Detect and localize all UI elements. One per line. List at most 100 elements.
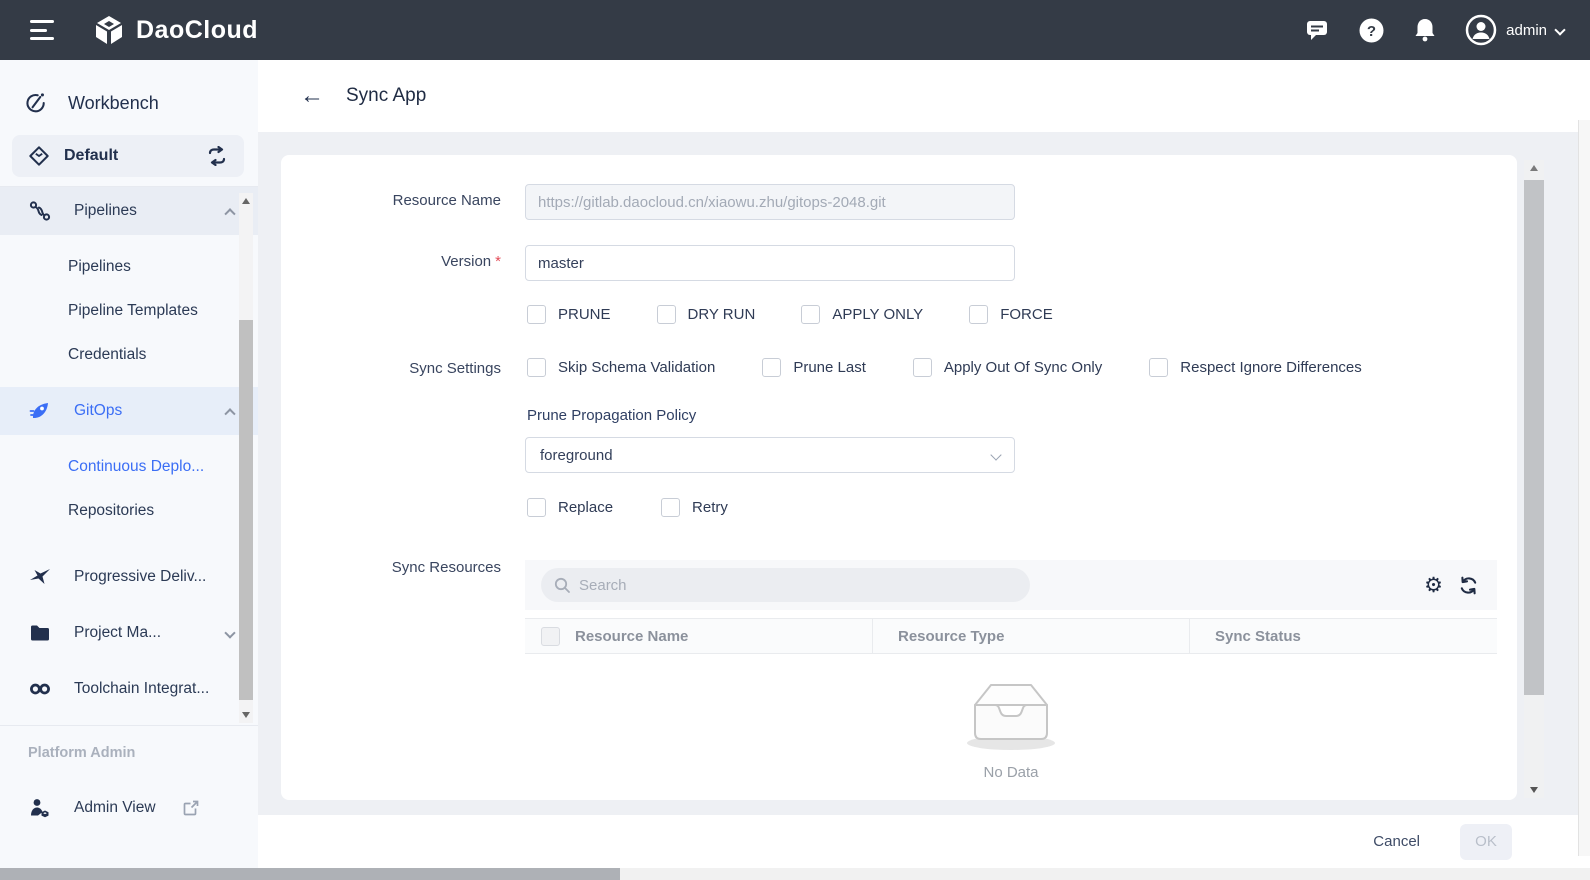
chevron-down-icon	[990, 449, 1001, 460]
checkbox-box[interactable]	[969, 305, 988, 324]
ok-button[interactable]: OK	[1460, 824, 1512, 860]
checkbox-box[interactable]	[1149, 358, 1168, 377]
checkbox-skip-schema-validation[interactable]: Skip Schema Validation	[527, 358, 715, 377]
page-header: ← Sync App	[258, 60, 1590, 132]
horizontal-scrollbar-thumb[interactable]	[0, 868, 620, 880]
checkbox-box[interactable]	[527, 498, 546, 517]
footer-bar: Cancel OK	[258, 815, 1590, 868]
version-input[interactable]	[525, 245, 1015, 281]
sidebar-item-continuous-deployment[interactable]: Continuous Deplo...	[0, 445, 258, 489]
sidebar-menu: Pipelines Pipelines Pipeline Templates C…	[0, 187, 258, 834]
version-label: Version*	[281, 253, 501, 270]
checkbox-replace[interactable]: Replace	[527, 498, 613, 517]
checkbox-dry-run[interactable]: DRY RUN	[657, 305, 756, 324]
checkbox-prune-last[interactable]: Prune Last	[762, 358, 866, 377]
menu-toggle-icon[interactable]	[30, 20, 56, 40]
workspace-selector[interactable]: Default	[12, 135, 244, 177]
checkbox-box[interactable]	[527, 358, 546, 377]
workbench-icon	[24, 89, 48, 117]
settings-gear-icon[interactable]: ⚙	[1424, 575, 1443, 596]
chevron-up-icon	[224, 408, 235, 419]
sidebar-group-pipelines[interactable]: Pipelines	[0, 187, 258, 235]
group-label: Pipelines	[74, 202, 137, 220]
chevron-down-icon	[1554, 24, 1565, 35]
user-menu[interactable]: admin	[1465, 14, 1564, 46]
checkbox-respect-ignore-differences[interactable]: Respect Ignore Differences	[1149, 358, 1362, 377]
sidebar-group-gitops[interactable]: GitOps	[0, 387, 258, 435]
main-area: ← Sync App Resource Name Version* PRUNE …	[258, 60, 1590, 868]
brand-name: DaoCloud	[136, 16, 258, 45]
chevron-down-icon	[224, 627, 235, 638]
checkbox-box	[541, 627, 560, 646]
empty-state: No Data	[525, 675, 1497, 781]
scroll-down-arrow-icon[interactable]	[242, 712, 250, 718]
item-label: Toolchain Integrat...	[74, 680, 209, 698]
checkbox-label: Skip Schema Validation	[558, 359, 715, 376]
sidebar-item-admin-view[interactable]: Admin View	[0, 782, 258, 834]
bird-icon	[28, 565, 52, 589]
window-scrollbar[interactable]	[1578, 120, 1590, 856]
sidebar-item-progressive-delivery[interactable]: Progressive Deliv...	[0, 549, 258, 605]
back-button[interactable]: ←	[300, 84, 324, 108]
required-asterisk: *	[495, 253, 501, 270]
brand-logo[interactable]: DaoCloud	[92, 13, 258, 47]
checkbox-box[interactable]	[661, 498, 680, 517]
sync-settings-label: Sync Settings	[281, 360, 501, 377]
sidebar-item-toolchain-integration[interactable]: Toolchain Integrat...	[0, 661, 258, 717]
version-label-text: Version	[441, 253, 491, 270]
switch-workspace-icon[interactable]	[206, 146, 228, 166]
checkbox-retry[interactable]: Retry	[661, 498, 728, 517]
cancel-button[interactable]: Cancel	[1373, 833, 1420, 850]
checkbox-apply-out-of-sync-only[interactable]: Apply Out Of Sync Only	[913, 358, 1102, 377]
workspace-name: Default	[64, 147, 118, 165]
scroll-up-arrow-icon[interactable]	[242, 198, 250, 204]
search-box[interactable]	[541, 568, 1030, 602]
resource-name-label: Resource Name	[281, 192, 501, 209]
checkbox-force[interactable]: FORCE	[969, 305, 1053, 324]
scroll-up-arrow-icon[interactable]	[1530, 165, 1538, 171]
external-link-icon	[182, 799, 200, 817]
item-label: Pipeline Templates	[68, 302, 198, 320]
checkbox-label: Apply Out Of Sync Only	[944, 359, 1102, 376]
search-icon	[553, 576, 571, 594]
gitops-rocket-icon	[28, 399, 52, 423]
sidebar: Workbench Default	[0, 60, 258, 868]
form-scrollbar[interactable]	[1524, 160, 1544, 798]
sidebar-scrollbar[interactable]	[239, 193, 253, 723]
checkbox-box[interactable]	[657, 305, 676, 324]
sidebar-item-credentials[interactable]: Credentials	[0, 333, 258, 377]
help-icon[interactable]: ?	[1357, 16, 1385, 44]
resources-table-header: Resource Name Resource Type Sync Status	[525, 618, 1497, 654]
workspace-icon	[28, 145, 50, 167]
sidebar-item-pipelines[interactable]: Pipelines	[0, 245, 258, 289]
sidebar-item-pipeline-templates[interactable]: Pipeline Templates	[0, 289, 258, 333]
checkbox-box[interactable]	[527, 305, 546, 324]
item-label: Progressive Deliv...	[74, 568, 206, 586]
daocloud-cube-icon	[92, 13, 126, 47]
prune-policy-value: foreground	[540, 447, 613, 464]
horizontal-scrollbar[interactable]	[0, 868, 1590, 880]
notifications-bell-icon[interactable]	[1411, 16, 1439, 44]
item-label: Admin View	[74, 799, 156, 817]
checkbox-prune[interactable]: PRUNE	[527, 305, 611, 324]
sync-resources-toolbar: ⚙	[525, 560, 1497, 610]
svg-text:?: ?	[1367, 23, 1376, 40]
sidebar-item-project-management[interactable]: Project Ma...	[0, 605, 258, 661]
sidebar-scrollbar-thumb[interactable]	[239, 320, 253, 700]
prune-policy-select[interactable]: foreground	[525, 437, 1015, 473]
search-input[interactable]	[579, 577, 1018, 594]
checkbox-box[interactable]	[762, 358, 781, 377]
item-label: Credentials	[68, 346, 146, 364]
message-icon[interactable]	[1303, 16, 1331, 44]
checkbox-apply-only[interactable]: APPLY ONLY	[801, 305, 923, 324]
sidebar-item-workbench[interactable]: Workbench	[24, 84, 258, 122]
checkbox-label: Retry	[692, 499, 728, 516]
form-scrollbar-thumb[interactable]	[1524, 180, 1544, 695]
sidebar-item-repositories[interactable]: Repositories	[0, 489, 258, 533]
checkbox-box[interactable]	[801, 305, 820, 324]
chevron-up-icon	[224, 208, 235, 219]
refresh-icon[interactable]	[1458, 575, 1479, 596]
checkbox-box[interactable]	[913, 358, 932, 377]
item-label: Pipelines	[68, 258, 131, 276]
scroll-down-arrow-icon[interactable]	[1530, 787, 1538, 793]
